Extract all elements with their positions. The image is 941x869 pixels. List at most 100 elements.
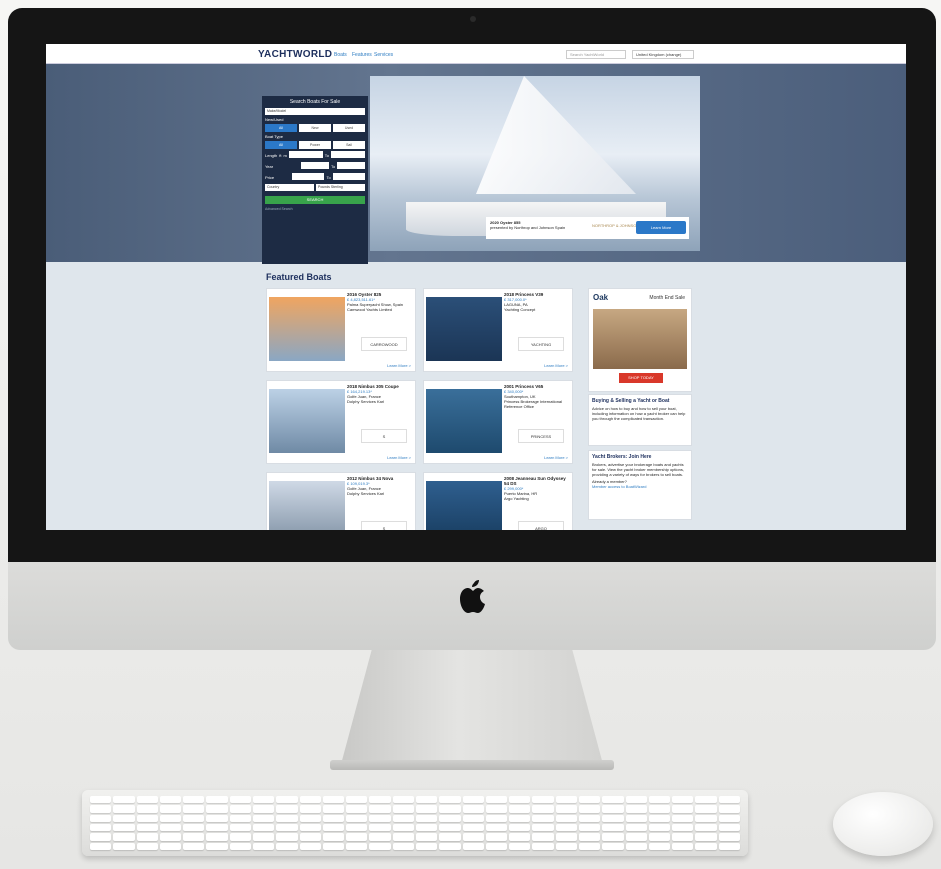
- nav-features[interactable]: Features: [352, 52, 372, 58]
- keyboard-key: [113, 805, 135, 813]
- region-selector[interactable]: United Kingdom (change): [632, 50, 694, 59]
- card-learn-more-link[interactable]: Learn More >: [387, 455, 411, 460]
- keyboard-key: [648, 796, 671, 804]
- keyboard-key: [579, 814, 601, 822]
- learn-more-button[interactable]: Learn More: [636, 221, 686, 234]
- price-label: Price: [265, 175, 275, 180]
- keyboard-key: [90, 814, 112, 822]
- boat-type-label: Boat Type: [265, 134, 283, 139]
- keyboard-key: [159, 796, 182, 804]
- keyboard-key: [532, 824, 554, 832]
- length-unit-ft[interactable]: ft: [279, 153, 281, 158]
- length-label: Length: [265, 153, 278, 158]
- card-learn-more-link[interactable]: Learn More >: [544, 455, 568, 460]
- keyboard-key: [509, 796, 531, 804]
- keyboard-key: [136, 833, 158, 841]
- price-from-input[interactable]: [292, 173, 325, 180]
- price-to-input[interactable]: [332, 173, 366, 180]
- keyboard-key: [485, 796, 508, 804]
- boat-type-power[interactable]: Power: [299, 141, 331, 149]
- broker-logo: PRINCESS: [518, 429, 564, 443]
- keyboard-key: [253, 842, 275, 850]
- keyboard-key: [229, 814, 251, 822]
- new-used-used[interactable]: Used: [333, 124, 365, 132]
- box2-title: Yacht Brokers: Join Here: [592, 454, 652, 460]
- keyboard-key: [253, 824, 275, 832]
- country-select[interactable]: Country: [265, 184, 314, 191]
- length-unit-m[interactable]: m: [283, 153, 286, 158]
- ad-cta-button[interactable]: SHOP TODAY: [619, 373, 663, 383]
- ad-headline: Month End Sale: [649, 295, 685, 301]
- year-from-input[interactable]: [301, 162, 329, 169]
- keyboard-key: [183, 842, 205, 850]
- member-access-link[interactable]: Member access to BoatWizard: [592, 484, 688, 489]
- yachtworld-logo[interactable]: YACHTWORLD: [258, 49, 332, 60]
- boat-image[interactable]: [269, 481, 345, 530]
- keyboard-key: [392, 805, 414, 813]
- boat-image[interactable]: [426, 481, 502, 530]
- card-details: 2008 Jeanneau Sun Odyssey 54 DS £ 299,000…: [504, 476, 572, 501]
- year-to-input[interactable]: [337, 162, 366, 169]
- keyboard-key: [485, 814, 508, 822]
- boat-image[interactable]: [269, 389, 345, 453]
- boat-type-all[interactable]: All: [265, 141, 297, 149]
- keyboard-key: [602, 796, 624, 804]
- broker-logo: S: [361, 521, 407, 530]
- search-panel: Search Boats For Sale Make/Model New/Use…: [262, 96, 368, 264]
- keyboard-key: [299, 796, 321, 804]
- featured-card[interactable]: 2012 Nimbus 34 Nova £ 109,019.3* Golfe Jua…: [266, 472, 416, 530]
- keyboard-key: [369, 833, 391, 841]
- card-title[interactable]: 2008 Jeanneau Sun Odyssey 54 DS: [504, 476, 566, 486]
- keyboard-key: [369, 842, 391, 850]
- boat-image[interactable]: [426, 389, 502, 453]
- keyboard-key: [276, 814, 298, 822]
- boat-image[interactable]: [426, 297, 502, 361]
- advanced-search-link[interactable]: Advanced Search: [265, 207, 365, 211]
- to-label: To: [324, 153, 330, 158]
- box2-text: Brokers, advertise your brokerage boats …: [592, 462, 684, 477]
- currency-select[interactable]: Pounds Sterling: [316, 184, 365, 191]
- make-model-input[interactable]: Make/Model: [265, 108, 365, 115]
- keyboard-key: [206, 814, 228, 822]
- search-input[interactable]: Search YachtWorld: [566, 50, 626, 59]
- keyboard-key: [695, 833, 717, 841]
- card-learn-more-link[interactable]: Learn More >: [387, 363, 411, 368]
- featured-card[interactable]: 2018 Princess V39 £ 317,000.0* LAGUNA, PA Y…: [423, 288, 573, 372]
- broker-logo: CARROWOOD: [361, 337, 407, 351]
- featured-card[interactable]: 2018 Nimbus 305 Coupe £ 164,219.13* Golfe …: [266, 380, 416, 464]
- yacht-brokers-box: Yacht Brokers: Join Here Brokers, advert…: [588, 450, 692, 520]
- keyboard-key: [299, 824, 321, 832]
- featured-card[interactable]: 2016 Oyster 825 £ 4,823,511.61* Palma Supe…: [266, 288, 416, 372]
- ad-brand: Oak: [593, 293, 609, 302]
- keyboard-key: [113, 814, 135, 822]
- nav-services[interactable]: Services: [374, 52, 393, 58]
- card-learn-more-link[interactable]: Learn More >: [544, 363, 568, 368]
- keyboard-key: [672, 805, 694, 813]
- new-used-new[interactable]: New: [299, 124, 331, 132]
- buying-selling-box: Buying & Selling a Yacht or Boat Advice …: [588, 394, 692, 446]
- keyboard-key: [509, 833, 531, 841]
- keyboard-key: [346, 824, 368, 832]
- search-button[interactable]: SEARCH: [265, 196, 365, 204]
- keyboard-key: [299, 814, 321, 822]
- length-to-input[interactable]: [331, 151, 366, 158]
- keyboard-key: [485, 805, 508, 813]
- keyboard-key: [113, 833, 135, 841]
- new-used-all[interactable]: All: [265, 124, 297, 132]
- featured-card[interactable]: 2001 Princess V65 £ 340,000* Southampton, …: [423, 380, 573, 464]
- keyboard-key: [416, 796, 438, 804]
- card-details: 2018 Nimbus 305 Coupe £ 164,219.13* Golfe …: [347, 384, 415, 404]
- sidebar-ad[interactable]: Oak Month End Sale SHOP TODAY: [588, 288, 692, 392]
- boat-image[interactable]: [269, 297, 345, 361]
- featured-card[interactable]: 2008 Jeanneau Sun Odyssey 54 DS £ 299,000…: [423, 472, 573, 530]
- keyboard-key: [485, 833, 508, 841]
- keyboard-key: [183, 796, 205, 804]
- boat-type-sail[interactable]: Sail: [333, 141, 365, 149]
- keyboard-key: [322, 805, 345, 813]
- keyboard-key: [136, 796, 158, 804]
- keyboard-key: [439, 824, 461, 832]
- keyboard-key: [672, 833, 694, 841]
- keyboard-key: [416, 842, 438, 850]
- nav-boats[interactable]: Boats: [334, 52, 347, 58]
- length-from-input[interactable]: [288, 151, 323, 158]
